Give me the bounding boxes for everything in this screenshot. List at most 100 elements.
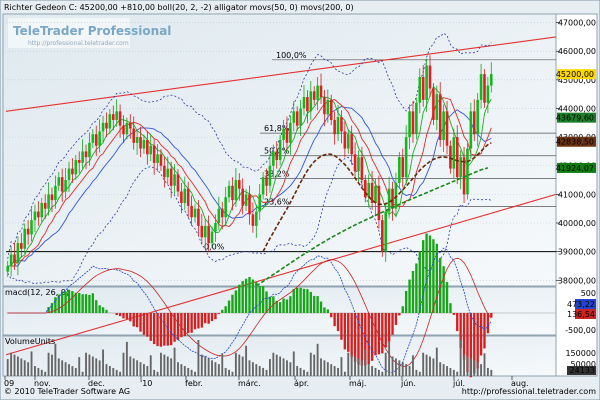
candle-body xyxy=(302,97,306,109)
price-tick-label: 40000,00 xyxy=(558,219,596,228)
candle-body xyxy=(6,265,9,272)
candle-body xyxy=(398,157,401,183)
candle-body xyxy=(122,125,125,135)
candle-body xyxy=(146,139,149,155)
time-tick-label: '10 xyxy=(140,379,152,388)
candle-body xyxy=(309,91,313,112)
candle-body xyxy=(415,102,418,135)
time-tick-label: márc. xyxy=(238,379,261,388)
candle-body xyxy=(197,208,200,226)
candle-body xyxy=(217,208,221,224)
candle-body xyxy=(81,151,84,163)
candle-body xyxy=(220,208,224,218)
candle-body xyxy=(125,122,129,135)
price-badge-label: 42838,50 xyxy=(556,138,594,147)
price-tick-label: 46000,00 xyxy=(558,47,596,56)
candle-body xyxy=(142,139,146,149)
candle-body xyxy=(111,114,115,120)
candle-body xyxy=(466,148,469,195)
candle-body xyxy=(88,142,91,158)
macd-badge-label: 473,22 xyxy=(567,300,595,309)
candle-body xyxy=(244,194,248,206)
candle-body xyxy=(20,243,23,249)
time-tick-label: febr. xyxy=(185,379,203,388)
candle-body xyxy=(33,211,37,221)
copyright-text: © 2010 TeleTrader Software AG xyxy=(4,387,130,396)
chart-title: Richter Gedeon C: 45200,00 +810,00 boll(… xyxy=(4,3,354,12)
candle-body xyxy=(367,182,370,198)
candle-body xyxy=(241,188,244,206)
candle-body xyxy=(272,151,275,166)
price-badge-label: 45200,00 xyxy=(556,70,594,79)
candle-body xyxy=(438,94,442,140)
candle-body xyxy=(374,185,377,203)
candle-body xyxy=(418,76,422,103)
candle-body xyxy=(152,145,156,163)
candle-body xyxy=(248,194,251,215)
candle-body xyxy=(404,137,408,178)
candle-body xyxy=(251,214,255,226)
candle-body xyxy=(329,99,333,120)
candle-body xyxy=(135,137,139,143)
footer-url[interactable]: http://professional.teletrader.com xyxy=(462,387,596,396)
candle-body xyxy=(258,194,262,212)
candle-body xyxy=(203,225,207,238)
candle-body xyxy=(169,168,173,186)
candle-body xyxy=(180,191,183,203)
candle-body xyxy=(391,188,394,209)
candle-body xyxy=(13,254,16,264)
candle-body xyxy=(9,254,13,266)
candle-body xyxy=(71,168,74,175)
candle-body xyxy=(210,231,214,244)
candle-body xyxy=(268,165,272,186)
price-chart[interactable]: Richter Gedeon C: 45200,00 +810,00 boll(… xyxy=(0,0,600,400)
candle-body xyxy=(452,137,456,169)
candle-body xyxy=(278,139,282,161)
candle-body xyxy=(84,151,88,158)
candle-body xyxy=(108,114,112,129)
fib-label: 0,0% xyxy=(204,243,225,252)
candle-body xyxy=(343,131,347,149)
candle-body xyxy=(275,151,279,161)
candle-body xyxy=(47,194,50,209)
price-tick-label: 44000,00 xyxy=(558,104,596,113)
candle-body xyxy=(261,177,265,195)
candle-body xyxy=(98,131,101,146)
candle-body xyxy=(237,180,241,189)
candle-body xyxy=(265,177,268,186)
candle-body xyxy=(292,111,296,123)
price-tick-label: 47000,00 xyxy=(558,19,596,28)
candle-body xyxy=(91,134,95,143)
candle-body xyxy=(207,225,210,244)
fib-label: 100,0% xyxy=(276,51,307,60)
candle-body xyxy=(442,111,445,140)
watermark-url: http://professional.teletrader.com xyxy=(28,40,129,47)
candle-body xyxy=(60,177,64,192)
macd-tick-label: -500,00 xyxy=(565,326,596,335)
candle-body xyxy=(101,122,105,132)
candle-body xyxy=(214,223,217,232)
candle-body xyxy=(186,188,190,206)
time-tick-label: ápr. xyxy=(294,379,309,388)
candle-body xyxy=(346,134,350,149)
candle-body xyxy=(323,97,326,115)
candle-body xyxy=(299,108,302,126)
candle-body xyxy=(449,145,452,169)
candle-body xyxy=(23,228,27,249)
volume-label: VolumeUnits xyxy=(5,337,55,346)
candle-body xyxy=(54,185,57,201)
price-badge-label: 43679,60 xyxy=(556,114,594,123)
candle-body xyxy=(285,128,289,143)
candle-body xyxy=(350,134,353,155)
candle-body xyxy=(255,211,258,226)
candle-body xyxy=(163,165,166,178)
macd-tick-label: 500 xyxy=(581,289,596,298)
candle-body xyxy=(139,137,142,149)
candle-body xyxy=(421,76,425,100)
candle-body xyxy=(472,111,476,135)
candle-body xyxy=(105,122,108,129)
candle-body xyxy=(64,180,67,192)
candle-body xyxy=(387,188,391,212)
candle-body xyxy=(435,94,439,120)
volume-axis: 1500005000024133 xyxy=(565,349,596,375)
